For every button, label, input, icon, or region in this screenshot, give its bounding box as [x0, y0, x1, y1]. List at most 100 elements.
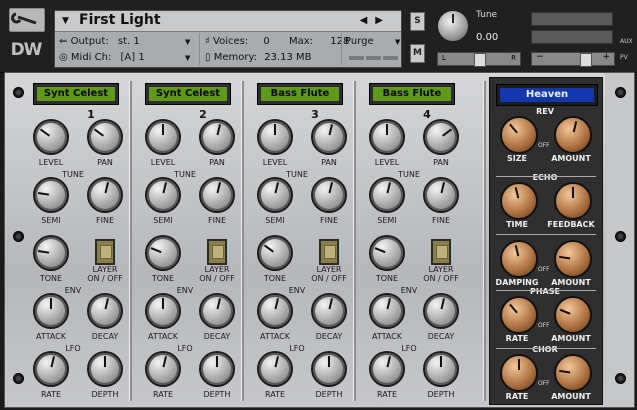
patch-display[interactable]: Synt Celest [145, 83, 231, 105]
layer-semi-label: SEMI [41, 216, 61, 225]
layer-rate-knob[interactable] [33, 351, 69, 387]
layer-semi-knob[interactable] [257, 177, 293, 213]
patch-display[interactable]: Bass Flute [257, 83, 343, 105]
aux-label[interactable]: AUX [620, 38, 633, 45]
layer-onoff-label: ON / OFF [311, 274, 347, 283]
layer-attack-knob[interactable] [33, 293, 69, 329]
layer-decay-knob[interactable] [311, 293, 347, 329]
patch-name: Synt Celest [149, 87, 227, 101]
output-icon: ⇐ [59, 36, 68, 47]
layer-fine-knob[interactable] [199, 177, 235, 213]
layer-level-knob[interactable] [369, 119, 405, 155]
layer-pan-knob-pointer [442, 128, 453, 137]
layer-depth-knob-pointer [216, 356, 218, 367]
layer-fine-knob[interactable] [311, 177, 347, 213]
fx-feedback-knob[interactable] [554, 182, 592, 220]
layer-onoff-toggle[interactable] [207, 239, 227, 265]
volume-handle[interactable] [580, 53, 592, 67]
layer-pan-knob[interactable] [311, 119, 347, 155]
layer-onoff-toggle[interactable] [431, 239, 451, 265]
layer-pan-knob-pointer [216, 124, 222, 136]
balance-slider[interactable]: L R [437, 52, 521, 67]
layer-onoff-toggle[interactable] [319, 239, 339, 265]
fx-phase_rate-knob[interactable] [500, 296, 538, 334]
volume-slider[interactable]: − + [531, 52, 615, 67]
layer-semi-knob-pointer [162, 182, 168, 194]
layer-tone-knob[interactable] [33, 235, 69, 271]
fx-chor-header: CHOR [532, 345, 558, 354]
midi-dropdown-icon[interactable]: ▼ [185, 51, 190, 65]
layer-onoff-toggle[interactable] [95, 239, 115, 265]
layer-level-knob[interactable] [145, 119, 181, 155]
patch-display[interactable]: Synt Celest [33, 83, 119, 105]
fx-chor_amount-knob[interactable] [554, 354, 592, 392]
mute-button[interactable]: M [410, 44, 425, 63]
fx-rev_amount-knob[interactable] [554, 116, 592, 154]
fx-preset-name: Heaven [500, 88, 594, 102]
layer-fine-label: FINE [320, 216, 338, 225]
fx-chor_rate-knob[interactable] [500, 354, 538, 392]
layer-fine-knob[interactable] [423, 177, 459, 213]
layer-attack-knob[interactable] [257, 293, 293, 329]
layer-depth-knob[interactable] [311, 351, 347, 387]
layer-decay-knob[interactable] [87, 293, 123, 329]
layer-rate-label: RATE [152, 390, 174, 399]
balance-handle[interactable] [474, 53, 486, 67]
layer-pan-knob[interactable] [199, 119, 235, 155]
purge-menu[interactable]: Purge ▼ [345, 35, 400, 49]
fx-time-knob[interactable] [500, 182, 538, 220]
screw-icon [615, 87, 626, 98]
instrument-nav-arrows-icon[interactable]: ◀▶ [360, 15, 391, 26]
layer-fine-knob-pointer [440, 182, 446, 194]
fx-echo_amount-knob[interactable] [554, 240, 592, 278]
layer-level-knob[interactable] [33, 119, 69, 155]
layer-level-knob[interactable] [257, 119, 293, 155]
midi-value[interactable]: [A] 1 [121, 52, 145, 63]
fx-preset-display[interactable]: Heaven [496, 84, 598, 106]
layer-semi-knob[interactable] [145, 177, 181, 213]
layer-decay-knob[interactable] [199, 293, 235, 329]
fx-phase_amount-knob[interactable] [554, 296, 592, 334]
layer-tone-knob[interactable] [257, 235, 293, 271]
wrench-icon[interactable] [9, 8, 45, 32]
layer-depth-knob[interactable] [423, 351, 459, 387]
instrument-panel: Synt Celest 1 LEVEL PAN SEMI FINE TUNE TONE LAYE… [4, 72, 635, 408]
layer-semi-knob[interactable] [369, 177, 405, 213]
layer-tone-knob-pointer [150, 247, 162, 254]
layer-rate-knob[interactable] [145, 351, 181, 387]
layer-fine-knob[interactable] [87, 177, 123, 213]
layer-rate-knob[interactable] [369, 351, 405, 387]
fx-phase_rate-knob-pointer [509, 303, 518, 314]
tune-knob[interactable] [437, 10, 469, 42]
fx-damping-knob[interactable] [500, 240, 538, 278]
pv-label[interactable]: PV [620, 54, 628, 61]
output-row[interactable]: ⇐ Output: st. 1 ▼ [59, 35, 190, 49]
layer-decay-knob[interactable] [423, 293, 459, 329]
layer-tone-knob-pointer [38, 249, 50, 254]
volume-plus-icon[interactable]: + [602, 52, 610, 62]
layer-rate-label: RATE [264, 390, 286, 399]
layer-attack-knob[interactable] [369, 293, 405, 329]
layer-depth-knob[interactable] [199, 351, 235, 387]
solo-button[interactable]: S [410, 12, 425, 31]
layer-semi-knob[interactable] [33, 177, 69, 213]
layer-pan-knob[interactable] [423, 119, 459, 155]
purge-dropdown-icon[interactable]: ▼ [395, 38, 400, 46]
layer-tone-knob[interactable] [369, 235, 405, 271]
midi-row[interactable]: ◎ Midi Ch: [A] 1 ▼ [59, 51, 190, 65]
layer-tone-knob[interactable] [145, 235, 181, 271]
layer-attack-knob[interactable] [145, 293, 181, 329]
layer-pan-knob-pointer [328, 124, 334, 136]
fx-size-knob[interactable] [500, 116, 538, 154]
section-lfo-label: LFO [289, 344, 305, 353]
tune-value[interactable]: 0.00 [476, 32, 498, 43]
patch-display[interactable]: Bass Flute [369, 83, 455, 105]
layer-depth-knob[interactable] [87, 351, 123, 387]
layer-rate-knob[interactable] [257, 351, 293, 387]
collapse-arrow-icon[interactable]: ▼ [62, 16, 69, 26]
volume-minus-icon[interactable]: − [536, 52, 544, 62]
output-value[interactable]: st. 1 [118, 36, 140, 47]
layer-pan-knob[interactable] [87, 119, 123, 155]
layer-attack-label: ATTACK [371, 332, 403, 341]
output-dropdown-icon[interactable]: ▼ [185, 35, 190, 49]
